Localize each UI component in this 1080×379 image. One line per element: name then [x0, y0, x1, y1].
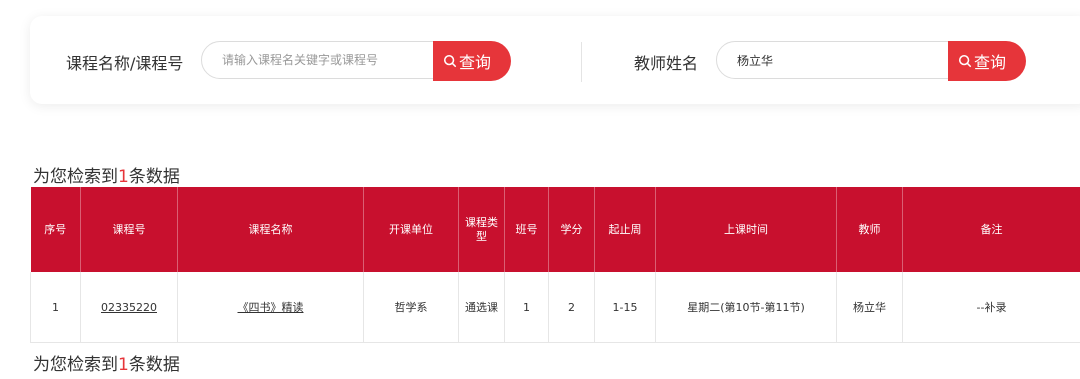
result-summary-top: 为您检索到1条数据	[33, 162, 180, 187]
result-summary-suffix: 条数据	[128, 167, 180, 187]
course-search-input[interactable]	[222, 42, 442, 78]
teacher-search-input[interactable]	[737, 42, 957, 78]
header-course-type: 课程类型	[458, 187, 505, 272]
course-search-button[interactable]: 查询	[433, 41, 511, 81]
result-summary-bottom: 为您检索到1条数据	[33, 350, 180, 375]
result-summary-prefix: 为您检索到	[33, 355, 118, 375]
results-table: 序号 课程号 课程名称 开课单位 课程类型 班号 学分 起止周 上课时间 教师 …	[30, 187, 1080, 343]
cell-course-type: 通选课	[458, 272, 505, 343]
cell-credits: 2	[548, 272, 595, 343]
table-row: 1 02335220 《四书》精读 哲学系 通选课 1 2 1-15 星期二(第…	[30, 272, 1080, 343]
header-course-name: 课程名称	[177, 187, 364, 272]
course-search-button-label: 查询	[458, 53, 491, 72]
course-no-link[interactable]: 02335220	[101, 301, 157, 314]
teacher-search-label: 教师姓名	[634, 54, 699, 73]
teacher-search-button[interactable]: 查询	[948, 41, 1026, 81]
header-remarks: 备注	[902, 187, 1080, 272]
cell-class-no: 1	[504, 272, 549, 343]
cell-teacher: 杨立华	[836, 272, 903, 343]
cell-weeks: 1-15	[594, 272, 656, 343]
cell-remarks: --补录	[902, 272, 1080, 343]
table-header-row: 序号 课程号 课程名称 开课单位 课程类型 班号 学分 起止周 上课时间 教师 …	[30, 187, 1080, 272]
cell-course-no: 02335220	[80, 272, 178, 343]
result-summary-suffix: 条数据	[128, 355, 180, 375]
search-icon	[443, 54, 457, 68]
result-count: 1	[118, 167, 129, 187]
cell-seq: 1	[30, 272, 81, 343]
course-search-label: 课程名称/课程号	[66, 54, 184, 73]
header-class-time: 上课时间	[655, 187, 837, 272]
course-search-field[interactable]	[201, 41, 461, 79]
header-department: 开课单位	[363, 187, 459, 272]
header-weeks: 起止周	[594, 187, 656, 272]
teacher-search-field[interactable]	[716, 41, 978, 79]
header-credits: 学分	[548, 187, 595, 272]
teacher-search-button-label: 查询	[973, 53, 1006, 72]
header-seq: 序号	[30, 187, 81, 272]
header-class-no: 班号	[504, 187, 549, 272]
result-count: 1	[118, 355, 129, 375]
search-icon	[958, 54, 972, 68]
header-course-no: 课程号	[80, 187, 178, 272]
cell-department: 哲学系	[363, 272, 459, 343]
search-panel: 课程名称/课程号 查询 教师姓名 查询	[30, 16, 1080, 104]
course-name-link[interactable]: 《四书》精读	[238, 301, 304, 314]
result-summary-prefix: 为您检索到	[33, 167, 118, 187]
cell-class-time: 星期二(第10节-第11节)	[655, 272, 837, 343]
header-teacher: 教师	[836, 187, 903, 272]
cell-course-name: 《四书》精读	[177, 272, 364, 343]
search-divider	[581, 42, 582, 82]
